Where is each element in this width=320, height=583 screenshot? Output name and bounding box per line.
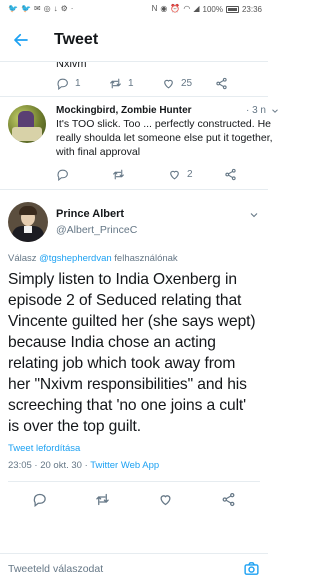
- back-arrow-icon[interactable]: [12, 30, 32, 50]
- reply-button[interactable]: [56, 168, 112, 181]
- tweet-header: Mockingbird, Zombie Hunter · 3 n: [56, 105, 280, 116]
- focused-tweet: Prince Albert @Albert_PrinceC Válasz @tg…: [0, 190, 268, 517]
- mail-icon: ✉: [33, 4, 41, 13]
- battery-percent: 100%: [202, 4, 223, 14]
- chrome-icon: ◎: [43, 4, 51, 13]
- reply-input[interactable]: Tweeteld válaszodat: [8, 563, 243, 575]
- status-bar-notification-icons: 🐦 🐦 ✉ ◎ ↓ ⚙ ·: [8, 5, 73, 13]
- share-button[interactable]: [215, 77, 268, 90]
- gear-icon: ⚙: [60, 4, 68, 13]
- reply-icon: [57, 78, 68, 90]
- status-time: 23:36: [241, 4, 262, 14]
- tweet-header: Prince Albert @Albert_PrinceC: [8, 202, 260, 242]
- retweet-icon: [110, 78, 121, 88]
- retweet-button[interactable]: 1: [109, 77, 162, 90]
- status-bar: 🐦 🐦 ✉ ◎ ↓ ⚙ · N ◉ ⏰ ◠ ◢ 100% 23:36: [0, 0, 268, 18]
- heart-icon: [170, 170, 179, 179]
- chevron-down-icon[interactable]: [270, 106, 280, 116]
- retweet-icon[interactable]: [95, 492, 110, 507]
- avatar[interactable]: [8, 105, 46, 143]
- signal-icon: ◢: [193, 4, 200, 13]
- replying-to-prefix: Válasz: [8, 253, 40, 264]
- share-icon[interactable]: [221, 492, 236, 507]
- previous-tweet-text: Nxivm: [56, 62, 87, 70]
- like-count: 2: [187, 168, 193, 180]
- heart-icon[interactable]: [158, 492, 173, 507]
- battery-icon: [225, 5, 239, 13]
- tweet-actions: [8, 481, 260, 517]
- like-button[interactable]: 25: [162, 77, 215, 90]
- twitter-notification-icon: 🐦: [20, 4, 31, 13]
- like-button[interactable]: 2: [168, 168, 224, 181]
- tweet-body: Mockingbird, Zombie Hunter · 3 n It's TO…: [56, 105, 280, 189]
- share-button[interactable]: [224, 168, 280, 181]
- display-name[interactable]: Mockingbird, Zombie Hunter: [56, 105, 192, 116]
- replying-to-line: Válasz @tgshepherdvan felhasználónak: [8, 253, 260, 264]
- user-handle[interactable]: @Albert_PrinceC: [56, 224, 137, 236]
- tweet-text: It's TOO slick. Too ... perfectly constr…: [56, 118, 273, 158]
- tweet-text: Simply listen to India Oxenberg in episo…: [8, 271, 256, 435]
- nfc-icon: N: [151, 4, 158, 13]
- reply-count: 1: [75, 77, 81, 89]
- reply-compose-bar[interactable]: Tweeteld válaszodat: [0, 553, 268, 583]
- page-title: Tweet: [54, 30, 99, 48]
- display-name[interactable]: Prince Albert: [56, 208, 137, 220]
- share-icon: [216, 77, 227, 89]
- reply-icon[interactable]: [32, 492, 47, 507]
- alarm-icon: ⏰: [170, 4, 181, 13]
- reply-icon: [57, 169, 68, 181]
- eye-icon: ◉: [160, 4, 168, 13]
- more-dots-icon: ·: [70, 4, 74, 13]
- chevron-down-icon[interactable]: [248, 209, 260, 221]
- retweet-button[interactable]: [112, 168, 168, 181]
- reply-button[interactable]: 1: [56, 77, 109, 90]
- tweet-datetime: 23:05 · 20 okt. 30 ·: [8, 460, 91, 471]
- camera-icon[interactable]: [243, 560, 260, 577]
- like-count: 25: [181, 77, 193, 89]
- author-names[interactable]: Prince Albert @Albert_PrinceC: [56, 208, 137, 236]
- retweet-count: 1: [128, 77, 134, 89]
- status-bar-system-icons: N ◉ ⏰ ◠ ◢ 100% 23:36: [152, 5, 262, 14]
- mention-link[interactable]: @tgshepherdvan: [39, 253, 112, 264]
- avatar[interactable]: [8, 202, 48, 242]
- tweet-actions: 2: [56, 159, 280, 189]
- translate-link[interactable]: Tweet lefordítása: [8, 443, 260, 454]
- wifi-icon: ◠: [183, 4, 191, 13]
- heart-icon: [164, 79, 173, 88]
- retweet-icon: [113, 169, 124, 179]
- twitter-notification-icon: 🐦: [8, 4, 18, 13]
- previous-tweet-actions: 1 1 25: [0, 70, 268, 96]
- reply-tweet[interactable]: Mockingbird, Zombie Hunter · 3 n It's TO…: [0, 97, 278, 189]
- replying-to-suffix: felhasználónak: [111, 253, 178, 264]
- download-icon: ↓: [53, 4, 58, 13]
- timestamp: · 3 n: [245, 105, 266, 116]
- top-app-bar: Tweet: [0, 18, 268, 62]
- source-link[interactable]: Twitter Web App: [90, 460, 159, 471]
- share-icon: [225, 168, 236, 180]
- tweet-meta: 23:05 · 20 okt. 30 · Twitter Web App: [8, 460, 260, 471]
